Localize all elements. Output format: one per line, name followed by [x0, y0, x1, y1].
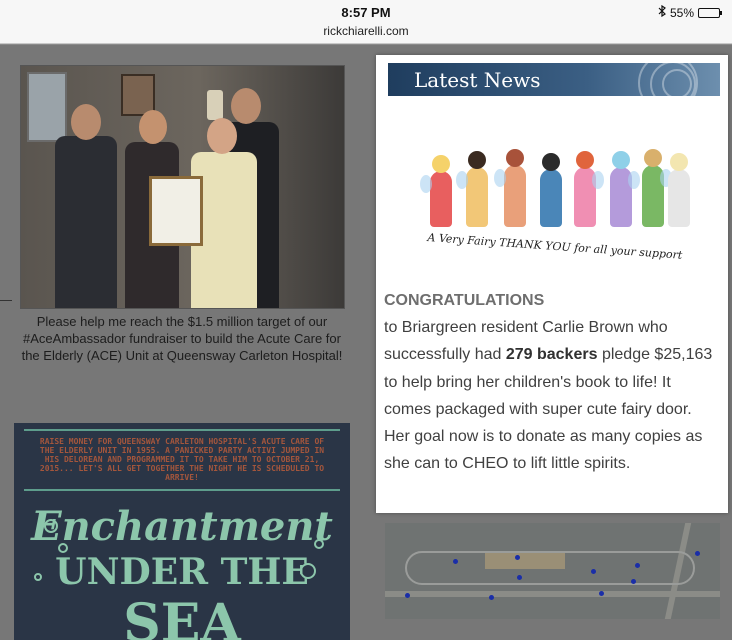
- fairy-thank-you-image[interactable]: A Very Fairy THANK YOU for all your supp…: [420, 107, 690, 265]
- map-marker-icon: [489, 595, 494, 600]
- map-building: [485, 553, 565, 569]
- map-marker-icon: [635, 563, 640, 568]
- fairy-figure: [420, 155, 452, 227]
- person-1-head: [71, 104, 101, 140]
- news-article-text: CONGRATULATIONS to Briargreen resident C…: [384, 287, 720, 477]
- map-marker-icon: [515, 555, 520, 560]
- swirl-decoration: [662, 69, 692, 96]
- bubble-icon: [44, 519, 58, 533]
- map-marker-icon: [517, 575, 522, 580]
- fairy-figure: [642, 149, 672, 227]
- fairy-figure: [494, 149, 526, 227]
- map-marker-icon: [695, 551, 700, 556]
- fairy-figure: [540, 153, 562, 227]
- latest-news-panel: Latest News A Very Fairy THANK YOU for a…: [376, 55, 728, 513]
- battery-percent: 55%: [669, 5, 694, 20]
- status-indicators: 55%: [658, 4, 722, 20]
- news-text-part2: pledge $25,163 to help bring her childre…: [384, 346, 713, 473]
- address-bar-url[interactable]: rickchiarelli.com: [0, 24, 732, 38]
- photo-caption: Please help me reach the $1.5 million ta…: [21, 314, 343, 363]
- map-marker-icon: [591, 569, 596, 574]
- person-2-head: [139, 110, 167, 144]
- latest-news-title: Latest News: [414, 68, 541, 92]
- latest-news-header: Latest News: [388, 63, 720, 96]
- poster-stripe-bottom: [24, 489, 340, 491]
- photo-lamp: [207, 90, 223, 120]
- map-marker-icon: [631, 579, 636, 584]
- battery-icon: [698, 7, 722, 18]
- bubble-icon: [300, 563, 316, 579]
- photo-window: [27, 72, 67, 142]
- browser-status-bar: 8:57 PM rickchiarelli.com 55%: [0, 0, 732, 44]
- bubble-icon: [314, 539, 324, 549]
- fairy-figure: [574, 151, 604, 227]
- bubble-icon: [34, 573, 42, 581]
- bubble-icon: [58, 543, 68, 553]
- status-time: 8:57 PM: [341, 5, 391, 20]
- person-4-head: [231, 88, 261, 124]
- certificate-plaque: [149, 176, 203, 246]
- map-marker-icon: [405, 593, 410, 598]
- map-marker-icon: [599, 591, 604, 596]
- poster-title-line3: SEA: [123, 593, 241, 640]
- person-3-head: [207, 118, 237, 154]
- divider: [0, 300, 12, 301]
- fairy-image-caption: A Very Fairy THANK YOU for all your supp…: [427, 231, 683, 262]
- map-marker-icon: [453, 559, 458, 564]
- poster-description: RAISE MONEY FOR QUEENSWAY CARLETON HOSPI…: [39, 437, 325, 482]
- fairy-figure: [668, 153, 690, 227]
- bluetooth-icon: [658, 4, 666, 20]
- person-1: [55, 136, 117, 308]
- fairy-figure: [610, 151, 640, 227]
- map-thumbnail[interactable]: [385, 523, 720, 619]
- fairy-figure: [456, 151, 488, 227]
- congratulations-heading: CONGRATULATIONS: [384, 292, 545, 309]
- enchantment-poster[interactable]: RAISE MONEY FOR QUEENSWAY CARLETON HOSPI…: [14, 423, 350, 640]
- backers-count: 279 backers: [505, 346, 598, 364]
- poster-stripe-top: [24, 429, 340, 431]
- fundraiser-photo[interactable]: [20, 65, 345, 309]
